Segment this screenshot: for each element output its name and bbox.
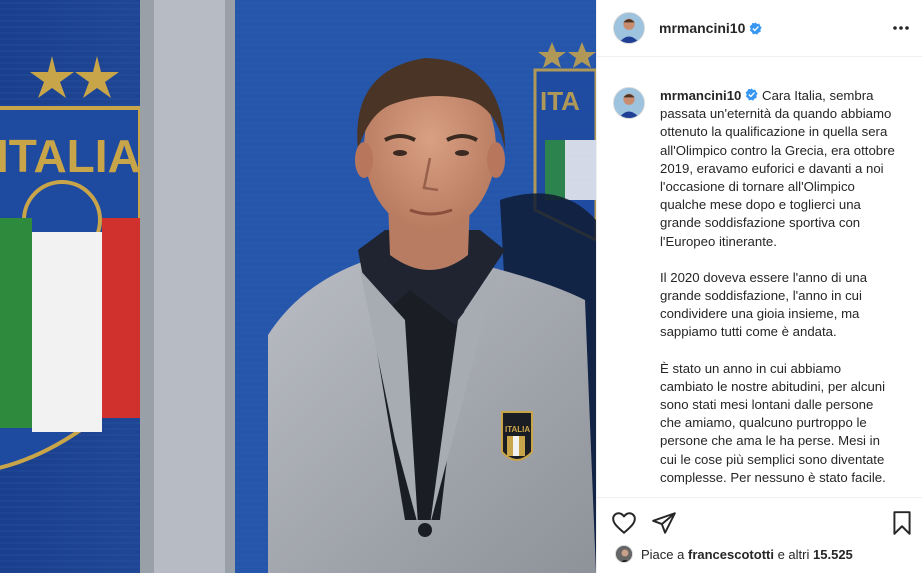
- author-avatar[interactable]: [613, 12, 645, 44]
- save-button[interactable]: [889, 510, 915, 536]
- like-button[interactable]: [611, 510, 637, 536]
- likes-middle: e altri: [777, 546, 810, 562]
- left-crest-text: ITALIA: [0, 130, 141, 182]
- liker-username[interactable]: francescototti: [688, 547, 774, 562]
- header-username[interactable]: mrmancini10: [659, 20, 745, 36]
- verified-badge-icon: [750, 21, 763, 35]
- jacket-badge-text: ITALIA: [505, 425, 530, 434]
- caption-paragraph-1-text: Cara Italia, sembra passata un'eternità …: [660, 88, 895, 249]
- left-crest: ITALIA: [0, 56, 142, 470]
- caption-author-avatar[interactable]: [613, 87, 645, 119]
- heart-icon: [612, 512, 636, 534]
- svg-text:ITA: ITA: [540, 86, 580, 116]
- likes-count[interactable]: 15.525: [813, 547, 853, 562]
- photo-illustration: ITALIA ITA ITALIA: [0, 0, 596, 573]
- caption-paragraph-2: Il 2020 doveva essere l'anno di una gran…: [660, 269, 868, 340]
- caption-paragraph-1: mrmancini10 Cara Italia, sembra passata …: [660, 87, 898, 251]
- caption-text: mrmancini10 Cara Italia, sembra passata …: [660, 87, 898, 497]
- verified-badge-icon: [746, 88, 759, 101]
- post-side-panel: mrmancini10 mrmancini10 Cara Italia, sem…: [596, 0, 922, 573]
- caption-paragraph-3: È stato un anno in cui abbiamo cambiato …: [660, 360, 886, 485]
- post-header: mrmancini10: [597, 0, 922, 57]
- likes-prefix: Piace a: [641, 546, 685, 562]
- caption-area[interactable]: mrmancini10 Cara Italia, sembra passata …: [597, 57, 922, 497]
- share-button[interactable]: [651, 510, 677, 536]
- paper-plane-icon: [652, 512, 676, 534]
- liker-avatar[interactable]: [615, 545, 633, 563]
- likes-summary[interactable]: Piace a francescototti e altri 15.525: [597, 540, 922, 568]
- caption-row: mrmancini10 Cara Italia, sembra passata …: [613, 87, 907, 497]
- caption-username[interactable]: mrmancini10: [660, 88, 741, 103]
- post-photo[interactable]: ITALIA ITA ITALIA: [0, 0, 596, 573]
- more-options-icon[interactable]: [891, 20, 911, 36]
- bookmark-icon: [893, 511, 911, 535]
